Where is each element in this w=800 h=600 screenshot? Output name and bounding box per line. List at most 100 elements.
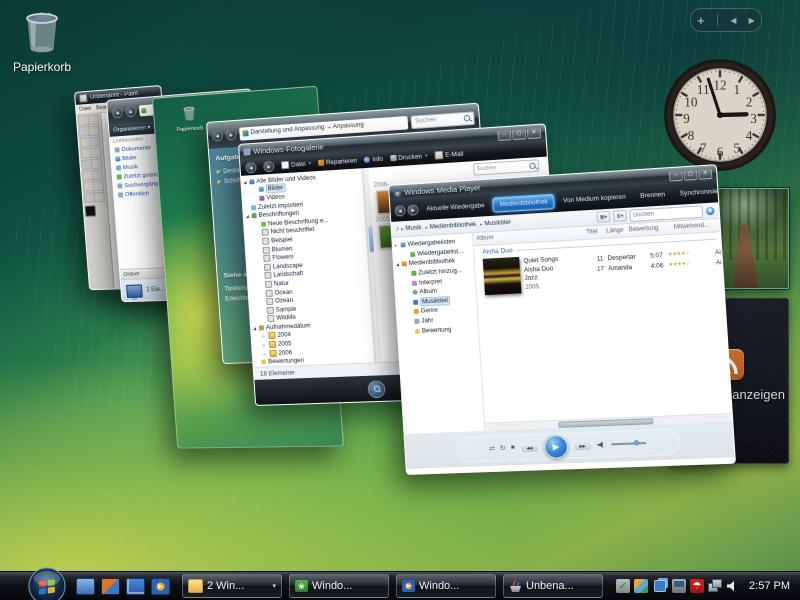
tab[interactable]: Von Medium kopieren — [556, 190, 632, 208]
tree-item-icon — [413, 300, 418, 305]
organize-button[interactable]: Organisieren ▾ — [113, 125, 151, 134]
tray-icon[interactable] — [727, 580, 739, 592]
toolbar-icon — [281, 161, 290, 170]
repeat-icon[interactable]: ↻ — [500, 445, 506, 452]
breadcrumb-item[interactable]: Medienbibliothek — [423, 221, 476, 231]
next-page-button[interactable]: ▶ — [749, 16, 755, 25]
back-button[interactable]: ◀ — [111, 106, 123, 118]
tree-item-icon — [265, 289, 272, 296]
recycle-bin[interactable]: Papierkorb — [12, 6, 72, 74]
album-art[interactable] — [483, 257, 522, 295]
toolbar-button[interactable]: Drucken — [390, 152, 428, 162]
tray-icon[interactable] — [672, 579, 686, 593]
forward-button[interactable]: ▶ — [125, 105, 137, 117]
toolbar-button[interactable]: Reparieren — [318, 157, 358, 167]
forward-button[interactable]: ▶ — [225, 128, 237, 140]
zoom-button[interactable] — [367, 380, 386, 398]
system-tray: 2:57 PM — [616, 578, 800, 594]
svg-text:6: 6 — [717, 145, 724, 160]
breadcrumb-item[interactable]: Darstellung und Anpassung — [250, 125, 324, 136]
tree-item-icon — [263, 255, 270, 262]
back-button[interactable]: ◀ — [394, 205, 406, 217]
rating-stars[interactable]: ★★★★☆ — [663, 249, 713, 258]
column-header[interactable]: Titel — [586, 229, 598, 236]
view-options-icon[interactable]: ≣▾ — [613, 210, 627, 222]
search-icon — [529, 163, 536, 170]
previous-page-button[interactable]: ◀ — [730, 16, 736, 25]
toolbar-icon — [390, 155, 397, 162]
svg-text:5: 5 — [733, 140, 740, 155]
search-input[interactable] — [629, 205, 703, 222]
album-block[interactable]: Quiet Songs Aisha Duo Jazz 2005 — [483, 253, 599, 422]
breadcrumb-item[interactable]: Musiktitel — [478, 219, 511, 228]
shuffle-icon[interactable]: ⇄ — [489, 445, 495, 452]
tab[interactable]: Medienbibliothek — [492, 194, 555, 213]
back-button[interactable]: ◀ — [245, 161, 257, 173]
toolbar-button[interactable]: Info — [364, 155, 383, 163]
taskbar-window-button[interactable]: 2 Win... ▾ — [182, 574, 282, 598]
add-gadget-button[interactable]: + — [697, 14, 705, 27]
volume-slider[interactable] — [611, 442, 646, 445]
quick-launch-icon[interactable] — [76, 578, 95, 595]
windows-logo-icon — [28, 567, 66, 600]
toolbar-button[interactable]: E-Mail — [434, 149, 463, 159]
tree-item-icon — [412, 280, 417, 285]
search-box[interactable]: Suchen — [410, 111, 474, 129]
breadcrumb-item[interactable]: Musik — [405, 224, 422, 232]
minimize-button[interactable]: – — [497, 129, 511, 140]
tree-item-icon — [259, 187, 264, 192]
play-button[interactable]: ▶ — [543, 434, 568, 458]
minimize-button[interactable]: – — [669, 170, 683, 181]
tray-icon[interactable] — [708, 579, 722, 593]
quick-launch-icon[interactable] — [151, 578, 170, 595]
folder-icon — [141, 107, 146, 112]
mute-icon[interactable] — [597, 441, 606, 448]
back-button[interactable]: ◀ — [212, 129, 224, 141]
column-header[interactable]: Länge — [597, 227, 623, 235]
close-button[interactable]: ✕ — [527, 127, 542, 138]
library-tree: Wiedergabelisten Wiedergabelist... Medie… — [392, 233, 485, 434]
maximize-button[interactable]: ▢ — [683, 169, 697, 180]
menu-item[interactable]: Datei — [79, 105, 92, 112]
taskbar-window-button[interactable]: Unbena... ▾ — [503, 574, 603, 598]
blue-asterisk-icon[interactable]: ✱ — [706, 206, 715, 215]
column-header[interactable]: Bewertung — [623, 225, 671, 234]
rating-stars[interactable]: ★★★★☆ — [663, 260, 713, 269]
favorite-icon — [117, 174, 122, 179]
close-button[interactable]: ✕ — [698, 168, 712, 179]
recycle-bin-label: Papierkorb — [171, 125, 209, 134]
quick-launch-icon[interactable] — [126, 578, 145, 595]
tray-icon[interactable] — [654, 580, 666, 592]
svg-text:1: 1 — [733, 82, 740, 97]
tray-icon[interactable] — [690, 579, 704, 593]
start-button[interactable] — [28, 567, 66, 600]
taskbar-clock[interactable]: 2:57 PM — [749, 580, 790, 592]
taskbar-window-button[interactable]: Windo... ▾ — [396, 574, 496, 598]
previous-button[interactable]: ◀◀ — [519, 441, 539, 453]
column-header[interactable]: Mitwirkend... — [671, 222, 717, 231]
tray-icon[interactable] — [634, 579, 648, 593]
quick-launch — [76, 578, 170, 595]
toolbar-button[interactable]: Datei — [281, 159, 311, 169]
color-swatch[interactable] — [85, 205, 97, 217]
clock-gadget[interactable]: 1212 345 678 91011 — [663, 58, 777, 177]
forward-button[interactable]: ▶ — [263, 160, 275, 172]
layout-options-icon[interactable]: ▦▾ — [596, 211, 610, 223]
quick-launch-icon[interactable] — [101, 578, 120, 595]
photo-gallery-app-icon — [243, 148, 250, 155]
forward-button[interactable]: ▶ — [407, 204, 419, 216]
maximize-button[interactable]: ▢ — [512, 128, 526, 139]
tab[interactable]: Brennen — [634, 188, 672, 204]
next-button[interactable]: ▶▶ — [572, 439, 592, 451]
taskbar-window-button[interactable]: Windo... ▾ — [289, 574, 389, 598]
tree-item-icon — [412, 290, 417, 295]
stop-button[interactable]: ■ — [511, 445, 515, 451]
breadcrumb-item[interactable]: Anpassung — [326, 122, 364, 131]
group-dropdown-chevron[interactable]: ▾ — [272, 582, 276, 590]
favorite-icon — [115, 156, 120, 161]
media-player-window[interactable]: Windows Media Player – ▢ ✕ ◀ ▶ Aktuelle … — [388, 164, 736, 475]
tree-item-icon — [401, 242, 406, 247]
tab[interactable]: Aktuelle Wiedergabe — [420, 199, 491, 216]
tree-item-icon — [262, 237, 269, 244]
tray-icon[interactable] — [616, 579, 630, 593]
